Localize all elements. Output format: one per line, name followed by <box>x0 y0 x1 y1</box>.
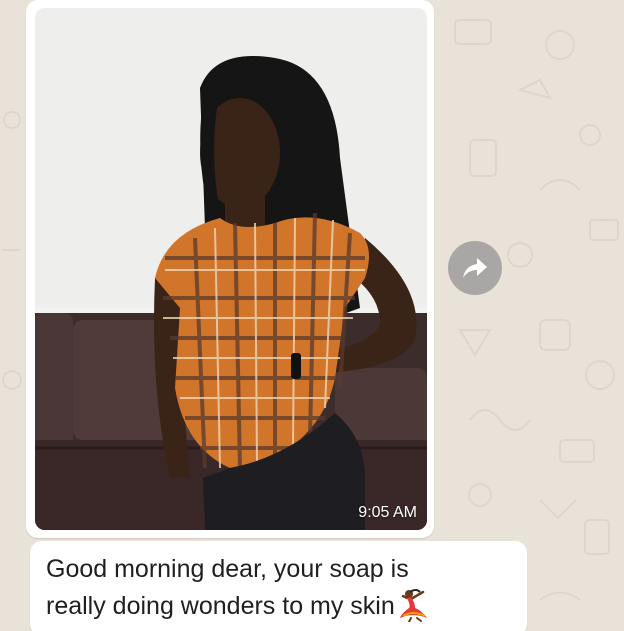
image-message-bubble[interactable]: 9:05 AM <box>26 0 434 538</box>
forward-button[interactable] <box>448 241 502 295</box>
message-text: Good morning dear, your soap is really d… <box>46 551 466 625</box>
message-body: Good morning dear, your soap is really d… <box>46 555 409 620</box>
forward-arrow-icon <box>463 258 487 278</box>
chat-background: 9:05 AM Good morning dear, your soap is … <box>0 0 624 631</box>
message-timestamp: 9:05 AM <box>358 504 417 521</box>
text-message-bubble[interactable]: Good morning dear, your soap is really d… <box>30 541 527 631</box>
photo-illustration <box>35 8 427 530</box>
message-photo[interactable]: 9:05 AM <box>35 8 427 530</box>
dancer-emoji <box>399 589 427 622</box>
